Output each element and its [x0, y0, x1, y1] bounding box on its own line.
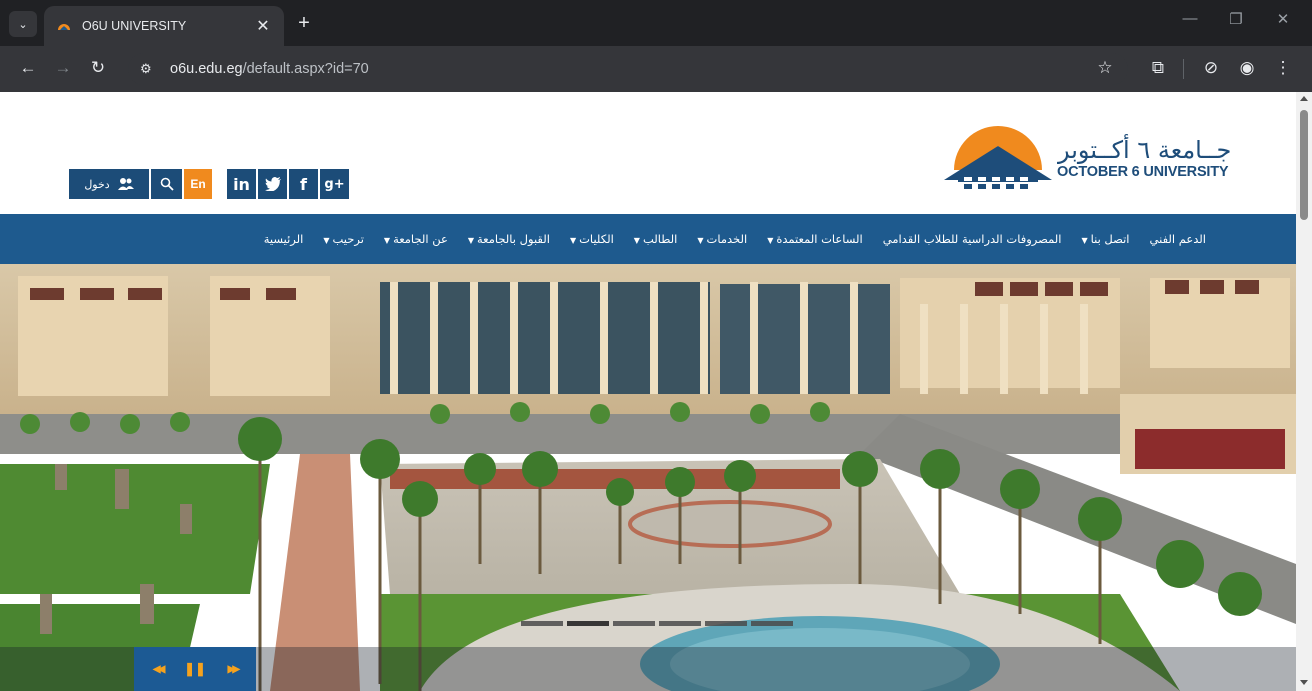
search-button[interactable]	[151, 169, 182, 199]
campus-photo	[0, 264, 1296, 691]
scroll-down-icon[interactable]	[1300, 680, 1308, 685]
users-icon	[117, 178, 134, 190]
header-tools: دخول En	[69, 169, 212, 199]
slider-dot[interactable]	[613, 621, 655, 626]
caret-down-icon: ▼	[467, 236, 474, 245]
new-tab-button[interactable]: +	[292, 12, 316, 35]
menu-item-9[interactable]: المصروفات الدراسية للطلاب القدامي	[883, 232, 1062, 246]
menu-item-3[interactable]: عن الجامعة▼	[384, 232, 448, 246]
back-icon[interactable]: ←	[16, 58, 40, 78]
tab-title: O6U UNIVERSITY	[82, 19, 187, 33]
twitter-icon[interactable]	[258, 169, 287, 199]
previous-slide-icon[interactable]: ◀◀	[153, 664, 166, 675]
facebook-icon[interactable]: f	[289, 169, 318, 199]
slider-controls: ◀◀ ❚❚ ▶▶	[134, 647, 256, 691]
linkedin-icon[interactable]: in	[227, 169, 256, 199]
menu-item-5[interactable]: الكليات▼	[570, 232, 614, 246]
browser-tab[interactable]: O6U UNIVERSITY ✕	[44, 6, 284, 46]
slider-dot[interactable]	[751, 621, 793, 626]
search-icon	[160, 177, 174, 191]
pause-icon[interactable]: ❚❚	[184, 661, 206, 677]
url-text: o6u.edu.eg/default.aspx?id=70	[170, 61, 369, 77]
site-info-icon[interactable]: ⚙	[140, 61, 164, 77]
site-header: جــامعة ٦ أكــتوبر OCTOBER 6 UNIVERSITY …	[0, 92, 1296, 214]
restore-icon[interactable]: ❐	[1221, 10, 1251, 28]
browser-toolbar: ← → ↻ ⚙ o6u.edu.eg/default.aspx?id=70 ☆ …	[0, 46, 1312, 92]
caret-down-icon: ▼	[697, 236, 704, 245]
window-close-icon[interactable]: ✕	[1268, 10, 1298, 28]
next-slide-icon[interactable]: ▶▶	[228, 664, 241, 675]
menu-item-label: القبول بالجامعة	[477, 232, 550, 246]
menu-item-label: الرئيسية	[263, 232, 304, 246]
slider-dot[interactable]	[567, 621, 609, 626]
forward-icon[interactable]: →	[51, 58, 75, 78]
reload-icon[interactable]: ↻	[86, 58, 110, 78]
profile-icon[interactable]: ◉	[1235, 58, 1259, 78]
menu-item-label: ترحيب	[332, 232, 364, 246]
english-language-button[interactable]: En	[184, 169, 212, 199]
menu-item-6[interactable]: الطالب▼	[634, 232, 678, 246]
browser-menu-icon[interactable]: ⋮	[1271, 58, 1295, 78]
caret-down-icon: ▼	[633, 236, 640, 245]
tab-close-icon[interactable]: ✕	[254, 16, 272, 36]
menu-item-4[interactable]: القبول بالجامعة▼	[468, 232, 550, 246]
main-navigation: الرئيسية ترحيب▼ عن الجامعة▼ القبول بالجامعة…	[0, 214, 1296, 264]
menu-item-8[interactable]: الساعات المعتمدة▼	[767, 232, 863, 246]
menu-item-label: عن الجامعة	[393, 232, 448, 246]
performance-icon[interactable]: ⊘	[1199, 58, 1223, 78]
bookmark-star-icon[interactable]: ☆	[1093, 58, 1117, 78]
google-plus-icon[interactable]: g+	[320, 169, 349, 199]
menu-item-label: المصروفات الدراسية للطلاب القدامي	[882, 232, 1062, 246]
menu-item-label: الطالب	[642, 232, 678, 246]
caret-down-icon: ▼	[767, 236, 774, 245]
caret-down-icon: ▼	[1081, 236, 1088, 245]
menu-item-1[interactable]: الرئيسية	[264, 232, 304, 246]
page-viewport: جــامعة ٦ أكــتوبر OCTOBER 6 UNIVERSITY …	[0, 92, 1296, 691]
caret-down-icon: ▼	[569, 236, 577, 245]
tab-search-button[interactable]: ⌄	[9, 11, 37, 37]
toolbar-separator	[1183, 59, 1184, 79]
site-favicon-icon	[58, 24, 70, 30]
caret-down-icon: ▼	[383, 236, 391, 245]
menu-item-7[interactable]: الخدمات▼	[697, 232, 747, 246]
browser-tabstrip: ⌄ O6U UNIVERSITY ✕ + — ❐ ✕	[0, 0, 1312, 46]
menu-item-label: الساعات المعتمدة	[776, 232, 863, 246]
login-button[interactable]: دخول	[69, 169, 149, 199]
menu-item-label: الخدمات	[706, 232, 748, 246]
logo-english-text: OCTOBER 6 UNIVERSITY	[1057, 164, 1229, 180]
slider-pagination	[521, 621, 793, 626]
scroll-up-icon[interactable]	[1300, 96, 1308, 101]
minimize-icon[interactable]: —	[1175, 10, 1205, 27]
menu-item-2[interactable]: ترحيب▼	[323, 232, 364, 246]
page-scrollbar[interactable]	[1296, 92, 1312, 691]
menu-item-label: الدعم الفني	[1149, 232, 1206, 246]
menu-item-11[interactable]: الدعم الفني	[1150, 232, 1206, 246]
slider-dot[interactable]	[659, 621, 701, 626]
menu-item-label: الكليات	[579, 232, 614, 246]
slider-dot[interactable]	[521, 621, 563, 626]
extensions-icon[interactable]: ⧉	[1146, 58, 1170, 78]
menu-list: الرئيسية ترحيب▼ عن الجامعة▼ القبول بالجامعة…	[264, 214, 1206, 264]
social-links: in f g+	[227, 169, 349, 199]
logo-arabic-text: جــامعة ٦ أكــتوبر	[1058, 136, 1232, 164]
menu-item-10[interactable]: اتصل بنا▼	[1081, 232, 1129, 246]
slider-dot[interactable]	[705, 621, 747, 626]
scroll-thumb[interactable]	[1300, 110, 1308, 220]
caret-down-icon: ▼	[323, 236, 330, 245]
hero-slider: ◀◀ ❚❚ ▶▶	[0, 264, 1296, 691]
login-label: دخول	[84, 178, 110, 191]
menu-item-label: اتصل بنا	[1090, 232, 1130, 246]
address-bar[interactable]: ⚙ o6u.edu.eg/default.aspx?id=70	[128, 53, 1128, 85]
